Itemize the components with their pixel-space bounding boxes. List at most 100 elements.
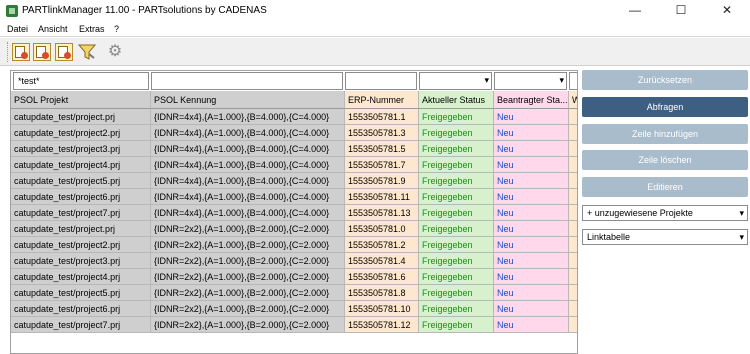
filter-beantragter-dropdown[interactable] (494, 72, 567, 90)
cell-aktueller-status[interactable]: Freigegeben (419, 205, 494, 221)
header-psol-projekt[interactable]: PSOL Projekt (11, 91, 151, 109)
close-button[interactable]: ✕ (704, 0, 750, 20)
cell-beantragter-status[interactable]: Neu (494, 253, 569, 269)
cell-beantragter-status[interactable]: Neu (494, 157, 569, 173)
cell-psol-kennung[interactable]: {IDNR=2x2},{A=1.000},{B=2.000},{C=2.000} (151, 237, 345, 253)
table-row[interactable]: catupdate_test/project3.prj {IDNR=2x2},{A… (11, 253, 577, 269)
cell-psol-kennung[interactable]: {IDNR=2x2},{A=1.000},{B=2.000},{C=2.000} (151, 317, 345, 333)
table-row[interactable]: catupdate_test/project7.prj {IDNR=4x4},{A… (11, 205, 577, 221)
filter-erp-input[interactable] (345, 72, 417, 90)
cell-psol-kennung[interactable]: {IDNR=4x4},{A=1.000},{B=4.000},{C=4.000} (151, 109, 345, 125)
cell-beantragter-status[interactable]: Neu (494, 285, 569, 301)
cell-psol-projekt[interactable]: catupdate_test/project7.prj (11, 205, 151, 221)
table-row[interactable]: catupdate_test/project2.prj {IDNR=4x4},{A… (11, 125, 577, 141)
cell-beantragter-status[interactable]: Neu (494, 189, 569, 205)
cell-w[interactable] (569, 317, 577, 333)
cell-erp-nummer[interactable]: 1553505781.3 (345, 125, 419, 141)
cell-erp-nummer[interactable]: 1553505781.9 (345, 173, 419, 189)
cell-aktueller-status[interactable]: Freigegeben (419, 301, 494, 317)
cell-w[interactable] (569, 221, 577, 237)
cell-aktueller-status[interactable]: Freigegeben (419, 189, 494, 205)
cell-erp-nummer[interactable]: 1553505781.13 (345, 205, 419, 221)
delete-row-button[interactable]: Zeile löschen (582, 150, 748, 170)
document-import-icon[interactable] (55, 43, 73, 61)
cell-psol-kennung[interactable]: {IDNR=2x2},{A=1.000},{B=2.000},{C=2.000} (151, 253, 345, 269)
cell-w[interactable] (569, 141, 577, 157)
document-export-icon[interactable] (12, 43, 30, 61)
cell-w[interactable] (569, 301, 577, 317)
table-mode-dropdown[interactable]: Linktabelle ▾ (582, 229, 748, 245)
cell-psol-kennung[interactable]: {IDNR=4x4},{A=1.000},{B=4.000},{C=4.000} (151, 125, 345, 141)
cell-psol-projekt[interactable]: catupdate_test/project.prj (11, 221, 151, 237)
cell-beantragter-status[interactable]: Neu (494, 173, 569, 189)
cell-psol-projekt[interactable]: catupdate_test/project6.prj (11, 189, 151, 205)
maximize-button[interactable]: ☐ (658, 0, 704, 20)
cell-psol-projekt[interactable]: catupdate_test/project6.prj (11, 301, 151, 317)
cell-aktueller-status[interactable]: Freigegeben (419, 157, 494, 173)
filter-icon[interactable] (77, 43, 97, 61)
edit-button[interactable]: Editieren (582, 177, 748, 197)
cell-w[interactable] (569, 205, 577, 221)
table-row[interactable]: catupdate_test/project4.prj {IDNR=2x2},{A… (11, 269, 577, 285)
cell-psol-projekt[interactable]: catupdate_test/project4.prj (11, 269, 151, 285)
cell-aktueller-status[interactable]: Freigegeben (419, 141, 494, 157)
cell-beantragter-status[interactable]: Neu (494, 125, 569, 141)
minimize-button[interactable]: — (612, 0, 658, 20)
filter-projekt-input[interactable]: *test* (13, 72, 149, 90)
filter-w-input[interactable] (569, 72, 577, 90)
cell-beantragter-status[interactable]: Neu (494, 205, 569, 221)
menu-help[interactable]: ? (114, 24, 119, 34)
cell-beantragter-status[interactable]: Neu (494, 301, 569, 317)
cell-aktueller-status[interactable]: Freigegeben (419, 125, 494, 141)
filter-status-dropdown[interactable] (419, 72, 492, 90)
header-erp-nummer[interactable]: ERP-Nummer (345, 91, 419, 109)
cell-aktueller-status[interactable]: Freigegeben (419, 237, 494, 253)
cell-psol-kennung[interactable]: {IDNR=4x4},{A=1.000},{B=4.000},{C=4.000} (151, 173, 345, 189)
cell-psol-projekt[interactable]: catupdate_test/project.prj (11, 109, 151, 125)
cell-aktueller-status[interactable]: Freigegeben (419, 269, 494, 285)
table-row[interactable]: catupdate_test/project6.prj {IDNR=4x4},{A… (11, 189, 577, 205)
cell-psol-kennung[interactable]: {IDNR=2x2},{A=1.000},{B=2.000},{C=2.000} (151, 221, 345, 237)
cell-aktueller-status[interactable]: Freigegeben (419, 109, 494, 125)
cell-aktueller-status[interactable]: Freigegeben (419, 317, 494, 333)
table-row[interactable]: catupdate_test/project.prj {IDNR=2x2},{A=… (11, 221, 577, 237)
cell-w[interactable] (569, 237, 577, 253)
cell-psol-projekt[interactable]: catupdate_test/project5.prj (11, 285, 151, 301)
cell-beantragter-status[interactable]: Neu (494, 237, 569, 253)
cell-psol-kennung[interactable]: {IDNR=4x4},{A=1.000},{B=4.000},{C=4.000} (151, 205, 345, 221)
cell-erp-nummer[interactable]: 1553505781.0 (345, 221, 419, 237)
cell-erp-nummer[interactable]: 1553505781.6 (345, 269, 419, 285)
cell-w[interactable] (569, 109, 577, 125)
query-button[interactable]: Abfragen (582, 97, 748, 117)
cell-erp-nummer[interactable]: 1553505781.12 (345, 317, 419, 333)
cell-erp-nummer[interactable]: 1553505781.10 (345, 301, 419, 317)
cell-erp-nummer[interactable]: 1553505781.11 (345, 189, 419, 205)
cell-w[interactable] (569, 269, 577, 285)
cell-w[interactable] (569, 285, 577, 301)
cell-aktueller-status[interactable]: Freigegeben (419, 285, 494, 301)
cell-beantragter-status[interactable]: Neu (494, 317, 569, 333)
table-row[interactable]: catupdate_test/project5.prj {IDNR=2x2},{A… (11, 285, 577, 301)
add-row-button[interactable]: Zeile hinzufügen (582, 124, 748, 144)
table-row[interactable]: catupdate_test/project3.prj {IDNR=4x4},{A… (11, 141, 577, 157)
cell-psol-kennung[interactable]: {IDNR=2x2},{A=1.000},{B=2.000},{C=2.000} (151, 301, 345, 317)
table-row[interactable]: catupdate_test/project4.prj {IDNR=4x4},{A… (11, 157, 577, 173)
cell-erp-nummer[interactable]: 1553505781.1 (345, 109, 419, 125)
cell-psol-projekt[interactable]: catupdate_test/project3.prj (11, 253, 151, 269)
header-aktueller-status[interactable]: Aktueller Status (419, 91, 494, 109)
cell-erp-nummer[interactable]: 1553505781.4 (345, 253, 419, 269)
document-chart-icon[interactable] (33, 43, 51, 61)
cell-erp-nummer[interactable]: 1553505781.7 (345, 157, 419, 173)
cell-beantragter-status[interactable]: Neu (494, 269, 569, 285)
cell-psol-projekt[interactable]: catupdate_test/project3.prj (11, 141, 151, 157)
cell-beantragter-status[interactable]: Neu (494, 109, 569, 125)
cell-psol-projekt[interactable]: catupdate_test/project2.prj (11, 237, 151, 253)
filter-kennung-input[interactable] (151, 72, 343, 90)
menu-extras[interactable]: Extras (79, 24, 105, 34)
cell-erp-nummer[interactable]: 1553505781.5 (345, 141, 419, 157)
table-row[interactable]: catupdate_test/project2.prj {IDNR=2x2},{A… (11, 237, 577, 253)
cell-psol-projekt[interactable]: catupdate_test/project7.prj (11, 317, 151, 333)
cell-w[interactable] (569, 173, 577, 189)
header-psol-kennung[interactable]: PSOL Kennung (151, 91, 345, 109)
header-w[interactable]: W (569, 91, 577, 109)
